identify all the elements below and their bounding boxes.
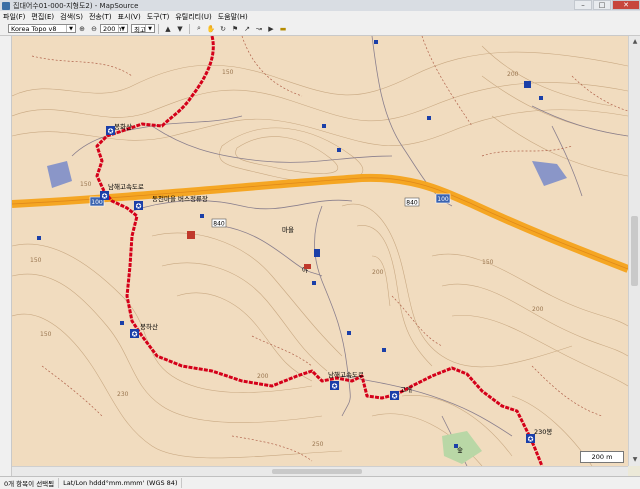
horizontal-scrollbar[interactable] bbox=[12, 466, 628, 476]
svg-text:✪: ✪ bbox=[102, 193, 108, 201]
menu-help[interactable]: 도움말(H) bbox=[215, 12, 251, 22]
minor-roads bbox=[71, 36, 628, 466]
measure-tool-icon[interactable]: ↝ bbox=[254, 24, 264, 34]
poi-building-icon-2[interactable] bbox=[524, 81, 531, 88]
contour-label: 200 bbox=[372, 269, 384, 276]
menu-file[interactable]: 파일(F) bbox=[0, 12, 28, 22]
poi-fuel-icon[interactable] bbox=[314, 249, 320, 257]
menu-tools[interactable]: 도구(T) bbox=[144, 12, 173, 22]
scale-indicator: 200 m bbox=[580, 451, 624, 463]
contour-label: 150 bbox=[80, 181, 92, 188]
place-label: 봉하산 bbox=[140, 322, 158, 331]
place-label: 동천마을 버스정류장 bbox=[152, 194, 208, 203]
vertical-scroll-thumb[interactable] bbox=[631, 216, 638, 286]
app-icon bbox=[2, 1, 10, 10]
scroll-up-icon[interactable]: ▲ bbox=[630, 37, 640, 47]
select-tool-icon[interactable]: ▶ bbox=[266, 24, 276, 34]
detail-select[interactable]: 최고 ▼ bbox=[131, 24, 155, 34]
map-product-select[interactable]: Korea Topo v8 ▼ bbox=[8, 24, 76, 33]
toolbar: Korea Topo v8 ▼ ⊕ ⊖ 200 m ▼ 최고 ▼ ▲ ▼ ⌕ ✋… bbox=[0, 22, 640, 36]
svg-text:✪: ✪ bbox=[136, 203, 142, 211]
menu-view[interactable]: 표시(V) bbox=[115, 12, 144, 22]
contour-label: 230 bbox=[117, 391, 129, 398]
menu-search[interactable]: 검색(S) bbox=[57, 12, 86, 22]
zoom-level-select[interactable]: 200 m ▼ bbox=[100, 24, 128, 33]
hand-tool-icon[interactable]: ✋ bbox=[206, 24, 216, 34]
maximize-button[interactable]: □ bbox=[593, 0, 611, 10]
map-product-value: Korea Topo v8 bbox=[11, 24, 57, 33]
menu-utilities[interactable]: 유틸리티(U) bbox=[172, 12, 214, 22]
pond-west bbox=[47, 161, 72, 188]
place-label: 남해고속도로 bbox=[328, 370, 364, 379]
poi-dots bbox=[37, 40, 543, 448]
contour-label: 150 bbox=[40, 331, 52, 338]
zoom-tool-icon[interactable]: ⌕ bbox=[194, 24, 204, 34]
place-label: 마을 bbox=[282, 225, 294, 234]
contour-label: 200 bbox=[257, 373, 269, 380]
place-label: 봉화산 bbox=[114, 122, 132, 131]
ruler-icon[interactable]: ▬ bbox=[278, 24, 288, 34]
chevron-down-icon: ▼ bbox=[118, 25, 127, 32]
contour-label: 150 bbox=[482, 259, 494, 266]
contour-label: 150 bbox=[222, 69, 234, 76]
svg-text:✪: ✪ bbox=[132, 331, 138, 339]
menu-bar: 파일(F) 편집(E) 검색(S) 전송(T) 표시(V) 도구(T) 유틸리티… bbox=[0, 11, 640, 22]
status-bar: 0개 항목이 선택됨 Lat/Lon hddd°mm.mmm' (WGS 84) bbox=[0, 476, 640, 489]
minimize-button[interactable]: – bbox=[574, 0, 592, 10]
selection-status: 0개 항목이 선택됨 bbox=[0, 478, 60, 488]
rotate-tool-icon[interactable]: ↻ bbox=[218, 24, 228, 34]
route-shield-840-west: 840 bbox=[211, 218, 227, 228]
vertical-scrollbar[interactable]: ▲ ▼ bbox=[628, 36, 640, 466]
contour-label: 150 bbox=[30, 257, 42, 264]
route-tool-icon[interactable]: ↗ bbox=[242, 24, 252, 34]
waypoint-hiker-4[interactable]: ✪ bbox=[130, 329, 139, 339]
left-panel-edge[interactable] bbox=[0, 36, 12, 476]
svg-text:100: 100 bbox=[437, 196, 449, 203]
waypoint-hiker-7[interactable]: ✪ bbox=[526, 434, 535, 444]
chevron-down-icon: ▼ bbox=[66, 25, 75, 32]
waypoint-hiker-5[interactable]: ✪ bbox=[330, 381, 339, 391]
waypoint-hiker-6[interactable]: ✪ bbox=[390, 391, 399, 401]
svg-text:✪: ✪ bbox=[332, 383, 338, 391]
receive-from-device-icon[interactable]: ▼ bbox=[175, 24, 185, 34]
pond-east bbox=[532, 161, 567, 186]
poi-building-icon[interactable] bbox=[187, 231, 195, 239]
svg-text:✪: ✪ bbox=[392, 393, 398, 401]
chevron-down-icon: ▼ bbox=[145, 25, 154, 32]
send-to-device-icon[interactable]: ▲ bbox=[163, 24, 173, 34]
scroll-down-icon[interactable]: ▼ bbox=[630, 455, 640, 465]
window-title: 집대어수01-000-지형도2) - MapSource bbox=[13, 1, 139, 10]
poi-car-icon[interactable] bbox=[304, 264, 311, 269]
menu-edit[interactable]: 편집(E) bbox=[28, 12, 57, 22]
svg-text:✪: ✪ bbox=[528, 436, 534, 444]
menu-transfer[interactable]: 전송(T) bbox=[86, 12, 115, 22]
place-label-group: 봉화산 봉하산 남해고속도로 남해고속도로 동천마을 버스정류장 마을 야 23… bbox=[108, 122, 552, 454]
svg-text:840: 840 bbox=[406, 200, 418, 207]
svg-text:✪: ✪ bbox=[108, 128, 114, 136]
map-svg: 100 100 840 840 150 150 150 200 230 200 … bbox=[12, 36, 628, 466]
horizontal-scroll-thumb[interactable] bbox=[272, 469, 362, 474]
contour-label: 250 bbox=[312, 441, 324, 448]
place-label: 230봉 bbox=[534, 428, 552, 436]
map-canvas[interactable]: 100 100 840 840 150 150 150 200 230 200 … bbox=[12, 36, 628, 466]
waypoint-hiker-1[interactable]: ✪ bbox=[106, 126, 115, 136]
coordinate-format: Lat/Lon hddd°mm.mmm' (WGS 84) bbox=[59, 478, 183, 488]
route-shield-100-east: 100 bbox=[435, 193, 451, 204]
zoom-in-icon[interactable]: ⊕ bbox=[77, 24, 87, 34]
contour-label: 200 bbox=[507, 71, 519, 78]
route-shield-840-east: 840 bbox=[404, 197, 420, 207]
close-button[interactable]: ✕ bbox=[612, 0, 640, 10]
place-label: 남해고속도로 bbox=[108, 182, 144, 191]
flag-tool-icon[interactable]: ⚑ bbox=[230, 24, 240, 34]
waypoint-hiker-3[interactable]: ✪ bbox=[134, 201, 143, 211]
contour-label: 200 bbox=[532, 306, 544, 313]
svg-text:840: 840 bbox=[213, 221, 225, 228]
place-label: 고개 bbox=[400, 385, 412, 394]
waypoint-hiker-2[interactable]: ✪ bbox=[100, 191, 109, 201]
zoom-out-icon[interactable]: ⊖ bbox=[89, 24, 99, 34]
